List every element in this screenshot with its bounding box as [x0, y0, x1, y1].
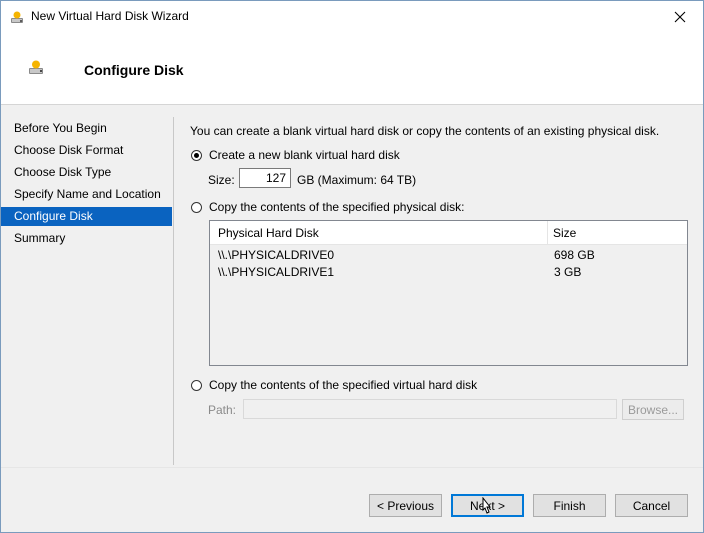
physical-disk-table[interactable]: Physical Hard Disk Size \\.\PHYSICALDRIV…: [209, 220, 688, 366]
wizard-window: New Virtual Hard Disk Wizard Configure D…: [0, 0, 704, 533]
nav-item-configure-disk[interactable]: Configure Disk: [1, 207, 172, 226]
close-icon: [674, 11, 686, 22]
disk-name-cell: \\.\PHYSICALDRIVE1: [218, 265, 335, 279]
nav-item-summary[interactable]: Summary: [1, 229, 172, 248]
column-header-physical-hard-disk[interactable]: Physical Hard Disk: [210, 221, 548, 245]
virtual-disk-icon: [9, 9, 25, 25]
nav-item-choose-disk-type[interactable]: Choose Disk Type: [1, 163, 172, 182]
finish-button[interactable]: Finish: [533, 494, 606, 517]
radio-copy-physical-disk[interactable]: [191, 201, 202, 213]
footer-divider: [1, 467, 703, 468]
cancel-button[interactable]: Cancel: [615, 494, 688, 517]
nav-divider: [173, 117, 174, 465]
virtual-disk-icon: [27, 58, 45, 76]
disk-size-cell: 698 GB: [554, 248, 595, 262]
table-row[interactable]: \\.\PHYSICALDRIVE0 698 GB: [210, 247, 687, 264]
path-input[interactable]: [243, 399, 617, 419]
previous-button[interactable]: < Previous: [369, 494, 442, 517]
nav-item-before-you-begin[interactable]: Before You Begin: [1, 119, 172, 138]
intro-text: You can create a blank virtual hard disk…: [190, 124, 660, 138]
size-label: Size:: [208, 173, 235, 187]
radio-new-blank-disk[interactable]: [191, 149, 202, 161]
column-header-size[interactable]: Size: [548, 221, 687, 245]
close-button[interactable]: [657, 1, 703, 32]
wizard-steps-nav: Before You Begin Choose Disk Format Choo…: [1, 117, 173, 467]
wizard-header: Configure Disk: [1, 32, 703, 105]
radio-copy-virtual-disk[interactable]: [191, 379, 202, 391]
option-copy-physical-disk[interactable]: Copy the contents of the specified physi…: [191, 200, 464, 214]
table-row[interactable]: \\.\PHYSICALDRIVE1 3 GB: [210, 264, 687, 281]
size-unit: GB (Maximum: 64 TB): [297, 173, 417, 187]
title-bar: New Virtual Hard Disk Wizard: [1, 1, 703, 32]
option-new-blank-disk[interactable]: Create a new blank virtual hard disk: [191, 148, 400, 162]
path-label: Path:: [208, 403, 237, 417]
option-new-blank-disk-label: Create a new blank virtual hard disk: [209, 148, 400, 162]
mouse-cursor-icon: [479, 496, 493, 517]
option-copy-virtual-disk[interactable]: Copy the contents of the specified virtu…: [191, 378, 477, 392]
nav-item-specify-name-location[interactable]: Specify Name and Location: [1, 185, 172, 204]
nav-item-choose-disk-format[interactable]: Choose Disk Format: [1, 141, 172, 160]
option-copy-physical-disk-label: Copy the contents of the specified physi…: [209, 200, 465, 214]
browse-button[interactable]: Browse...: [622, 399, 684, 420]
window-title: New Virtual Hard Disk Wizard: [31, 9, 189, 23]
disk-size-cell: 3 GB: [554, 265, 582, 279]
option-copy-virtual-disk-label: Copy the contents of the specified virtu…: [209, 378, 478, 392]
size-input[interactable]: 127: [239, 168, 291, 188]
page-title: Configure Disk: [84, 62, 184, 78]
disk-name-cell: \\.\PHYSICALDRIVE0: [218, 248, 335, 262]
